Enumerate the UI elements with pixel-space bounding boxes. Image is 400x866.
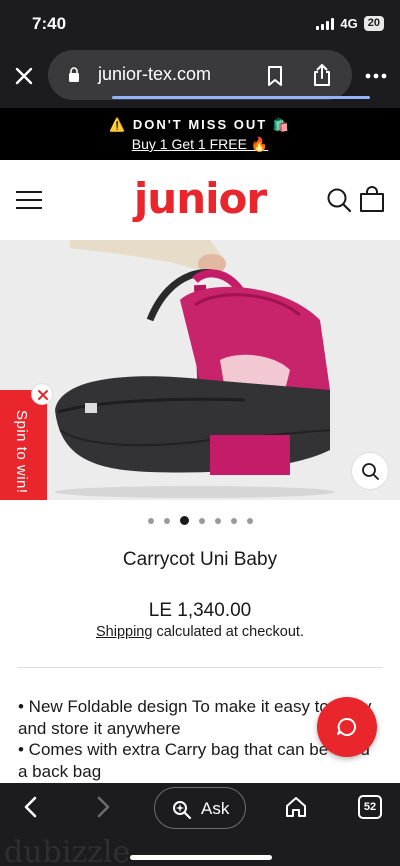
divider	[18, 667, 382, 668]
promo-headline: ⚠️ DON'T MISS OUT 🛍️	[109, 117, 291, 132]
status-time: 7:40	[32, 14, 67, 33]
tabs-button[interactable]: 52	[358, 795, 382, 819]
browser-bottom-bar: Ask 52 dubizzle	[0, 783, 400, 866]
page-load-progress	[112, 96, 370, 99]
url-text: junior-tex.com	[98, 64, 212, 84]
carousel-dot[interactable]	[230, 517, 237, 524]
site-header: junior	[0, 160, 400, 240]
ask-label: Ask	[201, 799, 230, 818]
ask-button[interactable]: Ask	[154, 787, 246, 829]
product-image[interactable]	[0, 240, 400, 500]
network-label: 4G	[340, 16, 358, 31]
carousel-dot[interactable]	[163, 517, 170, 524]
lock-icon	[69, 67, 79, 82]
back-icon[interactable]	[20, 795, 42, 819]
shipping-link[interactable]: Shipping	[96, 624, 152, 640]
product-title: Carrycot Uni Baby	[122, 549, 278, 570]
signal-icon	[316, 17, 335, 30]
chat-bubble-icon	[337, 717, 356, 736]
status-indicators: 4G 20	[316, 16, 384, 31]
url-bar[interactable]: junior-tex.com	[48, 50, 370, 100]
zoom-button[interactable]	[351, 452, 389, 490]
shipping-note: Shipping calculated at checkout.	[0, 624, 400, 640]
battery-icon: 20	[363, 16, 384, 31]
bookmark-icon[interactable]	[266, 66, 284, 86]
search-icon[interactable]	[326, 187, 352, 213]
chat-button[interactable]	[317, 697, 377, 757]
close-icon	[38, 390, 48, 400]
shipping-text: calculated at checkout.	[152, 624, 304, 640]
carousel-dot[interactable]	[198, 517, 205, 524]
carousel-dot[interactable]	[179, 516, 189, 525]
carousel-dots	[0, 516, 400, 525]
spin-label: Spin to win!	[13, 410, 30, 494]
close-icon[interactable]	[12, 64, 36, 88]
status-bar: 7:40 4G 20	[0, 0, 400, 46]
share-icon[interactable]	[312, 63, 332, 87]
carousel-dot[interactable]	[246, 517, 253, 524]
forward-icon[interactable]	[92, 795, 114, 819]
home-indicator	[130, 855, 272, 860]
carrycot-illustration	[0, 240, 400, 500]
carousel-dot[interactable]	[147, 517, 154, 524]
more-icon[interactable]	[364, 72, 388, 80]
carousel-dot[interactable]	[214, 517, 221, 524]
watermark: dubizzle	[4, 835, 131, 866]
home-icon[interactable]	[284, 795, 308, 819]
bag-icon[interactable]	[358, 185, 386, 213]
sparkle-search-icon	[173, 801, 192, 820]
product-price: LE 1,340.00	[148, 600, 252, 621]
browser-toolbar: junior-tex.com	[0, 46, 400, 108]
magnify-icon	[362, 463, 379, 480]
promo-banner: ⚠️ DON'T MISS OUT 🛍️ Buy 1 Get 1 FREE 🔥	[0, 108, 400, 160]
promo-link[interactable]: Buy 1 Get 1 FREE 🔥	[0, 136, 400, 153]
spin-close-button[interactable]	[31, 383, 53, 405]
